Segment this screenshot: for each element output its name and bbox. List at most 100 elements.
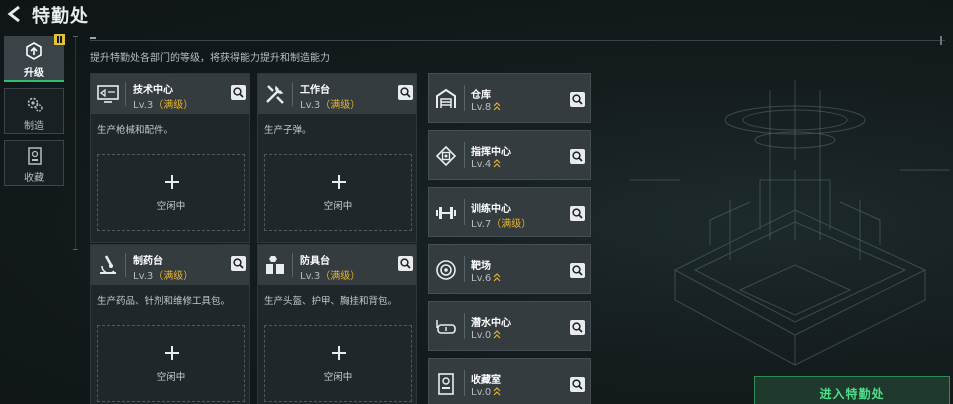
production-slot[interactable]: 空闲中 xyxy=(97,325,245,402)
search-icon[interactable] xyxy=(570,206,585,221)
facility-warehouse[interactable]: 仓库 Lv.8 xyxy=(428,73,591,123)
sidebar-item-upgrade[interactable]: 升级 xyxy=(4,34,65,82)
card-header: 技术中心 Lv.3（满级） xyxy=(91,74,249,114)
plus-icon xyxy=(165,175,179,189)
sidebar-item-label: 升级 xyxy=(24,68,44,79)
max-level-tag: （满级） xyxy=(320,100,361,111)
facility-level: Lv.6 xyxy=(471,272,501,284)
warehouse-icon xyxy=(436,88,456,108)
facility-level: Lv.0 xyxy=(471,329,501,341)
facility-separator xyxy=(464,313,465,339)
card-level: Lv.3（满级） xyxy=(300,271,361,282)
card-level: Lv.3（满级） xyxy=(133,271,194,282)
plus-icon xyxy=(165,346,179,360)
card-armor-bench[interactable]: 防具台 Lv.3（满级） 生产头盔、护甲、胸挂和背包。 空闲中 xyxy=(257,244,417,404)
slot-status: 空闲中 xyxy=(323,201,353,212)
production-slot[interactable]: 空闲中 xyxy=(264,325,412,402)
tools-icon xyxy=(266,85,284,104)
enter-button-label: 进入特勤处 xyxy=(819,387,885,401)
facility-level: Lv.7（满级） xyxy=(471,219,532,230)
monitor-icon xyxy=(97,85,119,103)
card-separator xyxy=(125,253,126,277)
facility-separator xyxy=(464,85,465,111)
search-icon[interactable] xyxy=(570,149,585,164)
search-icon[interactable] xyxy=(570,320,585,335)
production-slot[interactable]: 空闲中 xyxy=(97,154,245,231)
max-level-tag: （满级） xyxy=(153,100,194,111)
sidebar-item-collection[interactable]: 收藏 xyxy=(4,140,64,186)
card-title: 工作台 xyxy=(300,85,330,96)
collection-room-icon xyxy=(438,373,454,395)
facility-name: 收藏室 xyxy=(471,375,501,386)
notification-badge xyxy=(54,34,65,45)
max-level-tag: （满级） xyxy=(153,271,194,282)
search-icon[interactable] xyxy=(231,256,246,271)
sidebar-item-label: 收藏 xyxy=(24,173,44,184)
card-separator xyxy=(125,82,126,106)
upgrade-chevron-icon xyxy=(493,102,501,111)
card-title: 制药台 xyxy=(133,256,163,267)
page-description: 提升特勤处各部门的等级，将获得能力提升和制造能力 xyxy=(90,53,330,64)
card-separator xyxy=(292,82,293,106)
plus-icon xyxy=(332,346,346,360)
production-slot[interactable]: 空闲中 xyxy=(264,154,412,231)
card-description: 生产药品、针剂和维修工具包。 xyxy=(97,296,231,307)
card-separator xyxy=(292,253,293,277)
gear-icon xyxy=(27,97,43,112)
upgrade-icon xyxy=(26,42,42,60)
facility-command-center[interactable]: 指挥中心 Lv.4 xyxy=(428,130,591,180)
search-icon[interactable] xyxy=(398,256,413,271)
facility-level: Lv.0 xyxy=(471,386,501,398)
search-icon[interactable] xyxy=(570,92,585,107)
card-workbench[interactable]: 工作台 Lv.3（满级） 生产子弹。 空闲中 xyxy=(257,73,417,243)
rail-tick xyxy=(73,36,78,37)
facility-name: 仓库 xyxy=(471,90,491,101)
facility-separator xyxy=(464,142,465,168)
facility-separator xyxy=(464,199,465,225)
header-divider xyxy=(90,40,945,41)
facility-name: 训练中心 xyxy=(471,204,511,215)
facility-diving-center[interactable]: 潜水中心 Lv.0 xyxy=(428,301,591,351)
card-header: 防具台 Lv.3（满级） xyxy=(258,245,416,285)
top-header: 特勤处 xyxy=(0,0,953,30)
card-description: 生产头盔、护甲、胸挂和背包。 xyxy=(264,296,398,307)
search-icon[interactable] xyxy=(398,85,413,100)
max-level-tag: （满级） xyxy=(320,271,361,282)
max-level-tag: （满级） xyxy=(491,219,532,230)
back-arrow-icon[interactable] xyxy=(6,5,24,23)
facility-level: Lv.4 xyxy=(471,158,501,170)
upgrade-chevron-icon xyxy=(493,159,501,168)
enter-special-ops-button[interactable]: 进入特勤处 xyxy=(754,376,950,404)
upgrade-chevron-icon xyxy=(493,273,501,282)
target-icon xyxy=(436,260,456,280)
facility-name: 指挥中心 xyxy=(471,147,511,158)
search-icon[interactable] xyxy=(570,263,585,278)
chip-icon xyxy=(435,145,457,167)
sidebar-item-craft[interactable]: 制造 xyxy=(4,88,64,134)
card-description: 生产子弹。 xyxy=(264,125,312,136)
search-icon[interactable] xyxy=(570,377,585,392)
card-pharmacy[interactable]: 制药台 Lv.3（满级） 生产药品、针剂和维修工具包。 空闲中 xyxy=(90,244,250,404)
facility-separator xyxy=(464,370,465,396)
slot-status: 空闲中 xyxy=(156,372,186,383)
card-header: 制药台 Lv.3（满级） xyxy=(91,245,249,285)
facility-collection-room[interactable]: 收藏室 Lv.0 xyxy=(428,358,591,404)
card-title: 防具台 xyxy=(300,256,330,267)
slot-status: 空闲中 xyxy=(156,201,186,212)
facility-shooting-range[interactable]: 靶场 Lv.6 xyxy=(428,244,591,294)
card-tech-center[interactable]: 技术中心 Lv.3（满级） 生产枪械和配件。 空闲中 xyxy=(90,73,250,243)
collection-icon xyxy=(28,147,42,165)
search-icon[interactable] xyxy=(231,85,246,100)
facility-training-center[interactable]: 训练中心 Lv.7（满级） xyxy=(428,187,591,237)
upgrade-chevron-icon xyxy=(493,330,501,339)
plus-icon xyxy=(332,175,346,189)
card-header: 工作台 Lv.3（满级） xyxy=(258,74,416,114)
facility-name: 靶场 xyxy=(471,261,491,272)
rail-tick xyxy=(73,249,78,250)
base-hologram-illustration xyxy=(630,80,950,366)
vertical-rail xyxy=(75,36,76,250)
armor-icon xyxy=(266,256,284,274)
divider-end-cap xyxy=(940,36,942,45)
card-level: Lv.3（满级） xyxy=(300,100,361,111)
card-title: 技术中心 xyxy=(133,85,173,96)
